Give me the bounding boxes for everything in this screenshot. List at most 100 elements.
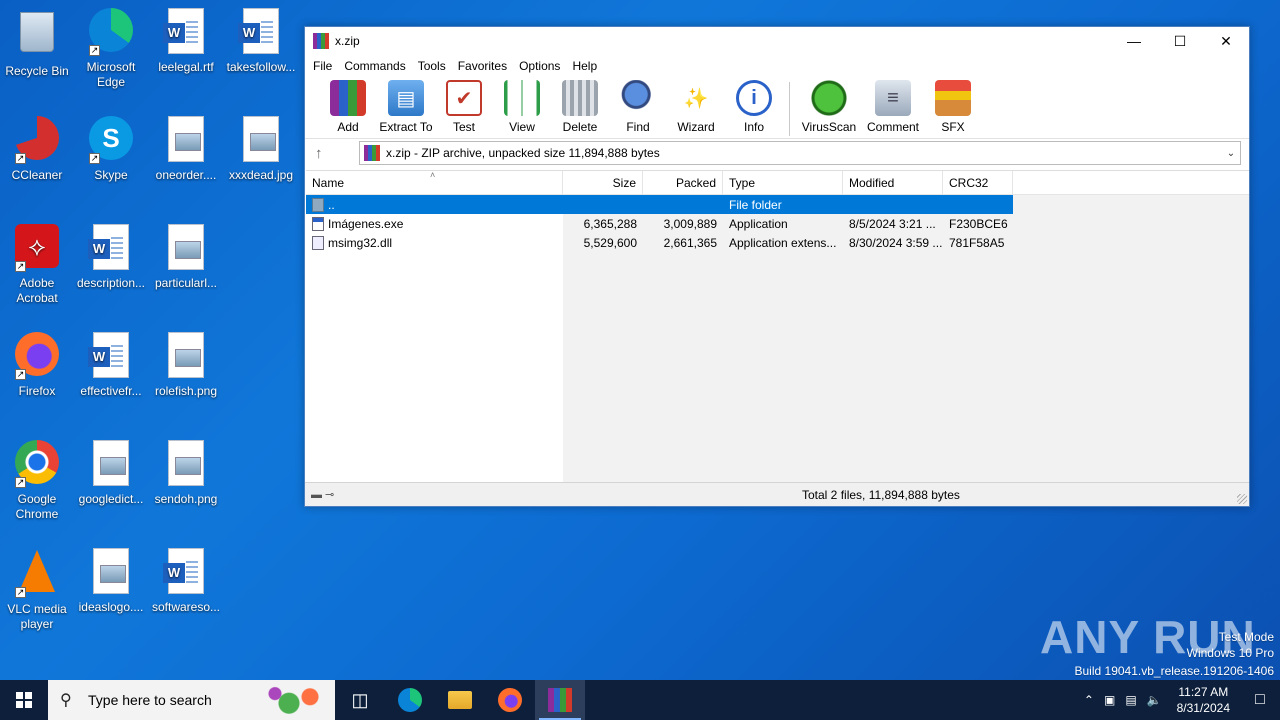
start-button[interactable] — [0, 680, 48, 720]
desktop-icon-label: takesfollow... — [226, 60, 296, 74]
wizard-button[interactable]: ✨ Wizard — [667, 80, 725, 135]
taskbar-edge[interactable] — [385, 680, 435, 720]
column-header-modified[interactable]: Modified — [843, 170, 943, 195]
desktop-icon-effectivefr[interactable]: effectivefr... — [74, 332, 148, 399]
table-row-parent[interactable]: .. File folder — [306, 195, 1013, 214]
menu-help[interactable]: Help — [566, 59, 603, 73]
image-file-icon — [87, 548, 135, 596]
desktop-icon-label: sendoh.png — [154, 492, 218, 506]
search-highlight-graphic — [261, 684, 331, 716]
desktop-icon-rolefish[interactable]: rolefish.png — [149, 332, 223, 399]
taskbar-firefox[interactable] — [485, 680, 535, 720]
desktop-icon-vlc[interactable]: ↗ VLC media player — [0, 548, 74, 632]
task-view-button[interactable]: ◫ — [335, 680, 385, 720]
windows-edition-text: Windows 10 Pro — [1186, 646, 1274, 660]
desktop-icon-takesfollow[interactable]: takesfollow... — [224, 8, 298, 75]
column-header-crc32[interactable]: CRC32 — [943, 170, 1013, 195]
info-button[interactable]: i Info — [725, 80, 783, 134]
menu-options[interactable]: Options — [513, 59, 566, 73]
exe-file-icon — [312, 216, 324, 231]
cell-type: Application — [729, 216, 788, 231]
view-label: View — [509, 120, 535, 134]
desktop-icon-leelegal[interactable]: leelegal.rtf — [149, 8, 223, 75]
address-text: x.zip - ZIP archive, unpacked size 11,89… — [386, 146, 660, 160]
column-header-size[interactable]: Size — [563, 170, 643, 195]
cell-packed: 2,661,365 — [663, 235, 717, 250]
desktop-icon-label: googledict... — [78, 492, 144, 506]
desktop-icon-label: leelegal.rtf — [158, 60, 214, 74]
desktop-icon-google-chrome[interactable]: ↗ Google Chrome — [0, 440, 74, 522]
resize-grip[interactable] — [1237, 494, 1247, 504]
comment-button[interactable]: ≡ Comment — [862, 80, 924, 134]
image-file-icon — [237, 116, 285, 164]
clock[interactable]: 11:27 AM 8/31/2024 — [1167, 684, 1240, 716]
cell-modified: 8/5/2024 3:21 ... — [849, 216, 936, 231]
address-field[interactable]: x.zip - ZIP archive, unpacked size 11,89… — [359, 141, 1241, 165]
desktop-icon-ccleaner[interactable]: ↗ CCleaner — [0, 116, 74, 183]
maximize-button[interactable]: ☐ — [1157, 27, 1203, 55]
minimize-button[interactable]: — — [1111, 27, 1157, 55]
chevron-up-icon[interactable]: ⌃ — [1079, 693, 1099, 707]
comment-icon: ≡ — [875, 80, 911, 116]
up-arrow-icon[interactable]: ↑ — [315, 145, 341, 162]
taskbar-file-explorer[interactable] — [435, 680, 485, 720]
find-button[interactable]: Find — [609, 80, 667, 134]
add-button[interactable]: Add — [319, 80, 377, 134]
taskbar-search[interactable]: ⚲ Type here to search — [48, 680, 335, 720]
folder-icon — [312, 197, 324, 212]
meet-now-icon[interactable]: ▣ — [1099, 693, 1120, 707]
menu-tools[interactable]: Tools — [412, 59, 452, 73]
menu-favorites[interactable]: Favorites — [452, 59, 513, 73]
taskbar-winrar[interactable] — [535, 680, 585, 720]
desktop-icon-particularl[interactable]: particularl... — [149, 224, 223, 291]
menu-commands[interactable]: Commands — [338, 59, 411, 73]
desktop-icon-firefox[interactable]: ↗ Firefox — [0, 332, 74, 399]
extract-to-label: Extract To — [379, 120, 433, 134]
column-header-packed[interactable]: Packed — [643, 170, 723, 195]
view-button[interactable]: View — [493, 80, 551, 134]
desktop-icon-label: particularl... — [154, 276, 218, 290]
desktop-icon-label: oneorder.... — [155, 168, 217, 182]
windows-logo-icon — [16, 692, 32, 708]
desktop-icon-softwareso[interactable]: softwareso... — [149, 548, 223, 615]
desktop-icon-ideaslogo[interactable]: ideaslogo.... — [74, 548, 148, 615]
delete-label: Delete — [562, 120, 598, 134]
virusscan-button[interactable]: VirusScan — [796, 80, 862, 134]
extract-to-button[interactable]: ▤ Extract To — [377, 80, 435, 134]
sfx-button[interactable]: SFX — [924, 80, 982, 134]
desktop-icon-skype[interactable]: S ↗ Skype — [74, 116, 148, 183]
desktop-icon-googledict[interactable]: googledict... — [74, 440, 148, 507]
word-document-icon — [237, 8, 285, 56]
test-button[interactable]: ✔ Test — [435, 80, 493, 134]
desktop-icon-recycle-bin[interactable]: Recycle Bin — [0, 8, 74, 79]
desktop-icon-description[interactable]: description... — [74, 224, 148, 291]
column-header-type[interactable]: Type — [723, 170, 843, 195]
ccleaner-icon: ↗ — [13, 116, 61, 164]
archive-icon — [364, 145, 380, 161]
table-row[interactable]: msimg32.dll 5,529,600 2,661,365 Applicat… — [306, 233, 1249, 252]
test-clipboard-icon: ✔ — [446, 80, 482, 116]
menu-file[interactable]: File — [307, 59, 338, 73]
clock-time: 11:27 AM — [1178, 685, 1229, 699]
chevron-down-icon[interactable]: ⌄ — [1222, 148, 1240, 159]
clock-date: 8/31/2024 — [1176, 701, 1230, 715]
table-row[interactable]: Imágenes.exe 6,365,288 3,009,889 Applica… — [306, 214, 1249, 233]
firefox-icon: ↗ — [13, 332, 61, 380]
volume-icon[interactable]: 🔈 — [1142, 693, 1167, 707]
folder-icon — [448, 691, 472, 709]
desktop-icon-xxxdead[interactable]: xxxdead.jpg — [224, 116, 298, 183]
desktop-icon-sendoh[interactable]: sendoh.png — [149, 440, 223, 507]
notification-icon[interactable]: □ — [1240, 691, 1280, 709]
close-button[interactable]: ✕ — [1203, 27, 1249, 55]
delete-button[interactable]: Delete — [551, 80, 609, 134]
toolbar: Add ▤ Extract To ✔ Test View Delete Find ✨… — [305, 77, 1249, 139]
desktop-icon-label: CCleaner — [11, 168, 63, 182]
desktop-icon-oneorder[interactable]: oneorder.... — [149, 116, 223, 183]
column-header-name[interactable]: Name ˄ — [306, 170, 563, 195]
desktop-icon-edge[interactable]: ↗ Microsoft Edge — [74, 8, 148, 90]
desktop-icon-adobe-acrobat[interactable]: ⟡ ↗ Adobe Acrobat — [0, 224, 74, 306]
bug-icon — [811, 80, 847, 116]
title-bar[interactable]: x.zip — ☐ ✕ — [305, 27, 1249, 55]
network-icon[interactable]: ▤ — [1120, 693, 1141, 707]
drive-key-icon[interactable]: ▬ ⊸ — [305, 488, 345, 501]
